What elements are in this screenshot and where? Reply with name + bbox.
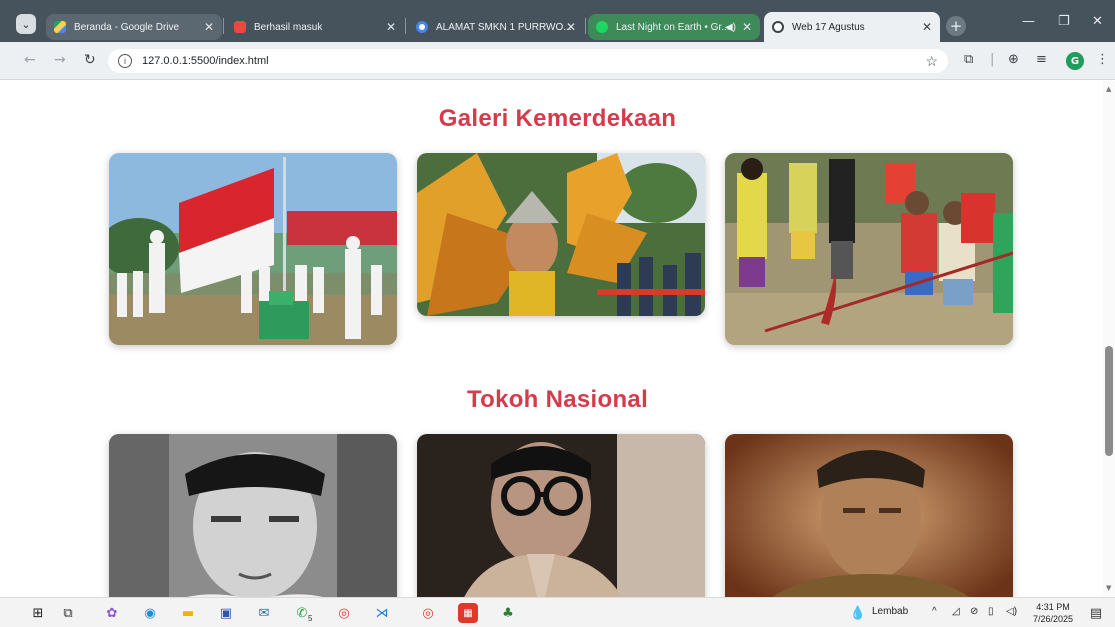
show-hidden-icons[interactable]: ^ <box>932 606 937 617</box>
tab-label: Web 17 Agustus <box>792 21 865 33</box>
close-icon[interactable]: ✕ <box>742 20 752 34</box>
profile-avatar[interactable]: G <box>1066 52 1084 70</box>
tab-web-17-agustus[interactable]: Web 17 Agustus ✕ <box>764 12 940 42</box>
toolbar-divider: | <box>990 52 995 67</box>
close-window-icon[interactable]: ✕ <box>1092 14 1103 29</box>
close-icon[interactable]: ✕ <box>566 20 576 34</box>
copilot-icon[interactable]: ✿ <box>102 603 122 623</box>
hero-image-hatta[interactable] <box>417 434 705 597</box>
top-overlay-text <box>0 0 1115 8</box>
chrome-icon[interactable]: ◎ <box>334 603 354 623</box>
tab-gmail[interactable]: Berhasil masuk ✕ <box>226 14 404 40</box>
tab-google-drive[interactable]: Beranda - Google Drive ✕ <box>46 14 222 40</box>
google-icon <box>416 21 428 33</box>
windows-taskbar: ⊞ ⧉ ✿ ◉ ▬ ▣ ✉ ✆ 5 ◎ ⋊ ◎ ▦ ♣ 💧 Lembab ^ ◿… <box>0 597 1115 627</box>
reload-icon[interactable]: ↻ <box>84 52 96 68</box>
gallery-image-carnival[interactable] <box>417 153 705 316</box>
url-text: 127.0.0.1:5500/index.html <box>142 55 269 67</box>
network-icon[interactable]: ◿ <box>952 606 960 617</box>
app-icon[interactable]: ▦ <box>458 603 478 623</box>
forward-icon[interactable]: → <box>54 52 66 68</box>
menu-kebab-icon[interactable]: ⋮ <box>1096 52 1109 67</box>
vscode-icon[interactable]: ⋊ <box>372 603 392 623</box>
google-drive-icon <box>54 21 66 33</box>
task-view-icon[interactable]: ⧉ <box>58 603 78 623</box>
browser-toolbar: ← → ↻ i 127.0.0.1:5500/index.html ☆ ⧉ | … <box>0 42 1115 80</box>
system-clock[interactable]: 4:31 PM 7/26/2025 <box>1030 601 1076 625</box>
hero-image-soekarno[interactable] <box>109 434 397 597</box>
tab-search-icon[interactable]: ⌄ <box>16 14 36 34</box>
scroll-up-icon[interactable]: ▲ <box>1106 85 1111 93</box>
extensions-icon[interactable]: ⧉ <box>964 52 973 67</box>
tab-label: ALAMAT SMKN 1 PURRWO... <box>436 21 572 33</box>
close-icon[interactable]: ✕ <box>922 20 932 34</box>
edge-icon[interactable]: ◉ <box>140 603 160 623</box>
close-icon[interactable]: ✕ <box>204 20 214 34</box>
tab-separator <box>405 18 406 34</box>
file-explorer-icon[interactable]: ▬ <box>178 603 198 623</box>
bookmark-star-icon[interactable]: ☆ <box>925 53 938 70</box>
tab-spotify[interactable]: Last Night on Earth • Gr... ◀) ✕ <box>588 14 760 40</box>
tab-label: Last Night on Earth • Gr... <box>616 21 730 33</box>
volume-icon[interactable]: ◁) <box>1006 606 1017 617</box>
minimize-icon[interactable]: — <box>1022 14 1035 29</box>
restore-icon[interactable]: ❐ <box>1058 14 1070 29</box>
scroll-down-icon[interactable]: ▼ <box>1106 584 1111 592</box>
gallery-image-tug-of-war[interactable] <box>725 153 1013 345</box>
tab-label: Berhasil masuk <box>254 21 323 33</box>
tab-alamat-smkn[interactable]: ALAMAT SMKN 1 PURRWO... ✕ <box>408 14 584 40</box>
tab-label: Beranda - Google Drive <box>74 21 180 33</box>
battery-icon[interactable]: ▯ <box>988 606 994 617</box>
address-bar[interactable]: i 127.0.0.1:5500/index.html ☆ <box>108 49 948 73</box>
notification-icon[interactable]: ▤ <box>1086 603 1106 623</box>
spotify-icon <box>596 21 608 33</box>
tab-separator <box>585 18 586 34</box>
gallery-image-flag-ceremony[interactable] <box>109 153 397 345</box>
new-tab-button[interactable]: + <box>946 16 966 36</box>
chrome-profile-icon[interactable]: ◎ <box>418 603 438 623</box>
frog-app-icon[interactable]: ♣ <box>498 603 518 623</box>
reading-list-icon[interactable]: ≡ <box>1036 52 1047 67</box>
clock-time: 4:31 PM <box>1036 602 1070 612</box>
store-icon[interactable]: ▣ <box>216 603 236 623</box>
whatsapp-badge: 5 <box>308 614 313 623</box>
site-info-icon[interactable]: i <box>118 54 132 68</box>
scrollbar-thumb[interactable] <box>1105 346 1113 456</box>
weather-text[interactable]: Lembab <box>872 606 908 617</box>
sync-icon[interactable]: ⊘ <box>970 606 978 617</box>
globe-icon <box>772 21 784 33</box>
download-icon[interactable]: ⊕ <box>1008 52 1019 67</box>
close-icon[interactable]: ✕ <box>386 20 396 34</box>
hero-image-sudirman[interactable] <box>725 434 1013 597</box>
heroes-section-title: Tokoh Nasional <box>466 386 649 413</box>
back-icon[interactable]: ← <box>24 52 36 68</box>
gmail-icon <box>234 21 246 33</box>
start-icon[interactable]: ⊞ <box>28 603 48 623</box>
gallery-section-title: Galeri Kemerdekaan <box>438 105 677 132</box>
clock-date: 7/26/2025 <box>1032 614 1074 624</box>
outlook-icon[interactable]: ✉ <box>254 603 274 623</box>
audio-playing-icon[interactable]: ◀) <box>725 22 736 33</box>
tab-separator <box>223 18 224 34</box>
page-scrollbar[interactable]: ▲ ▼ <box>1103 81 1115 597</box>
weather-icon[interactable]: 💧 <box>848 603 868 623</box>
page-content: Galeri Kemerdekaan Tokoh Nasional <box>0 81 1115 597</box>
